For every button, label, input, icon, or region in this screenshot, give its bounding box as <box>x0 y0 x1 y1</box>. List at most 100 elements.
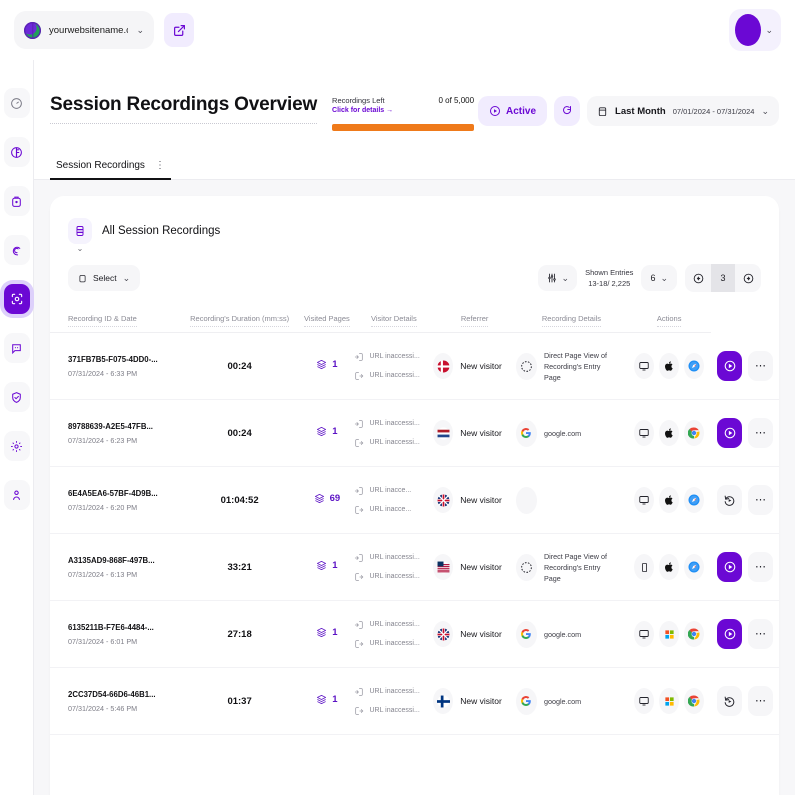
more-options-button[interactable]: ⋯ <box>748 351 773 381</box>
desktop-icon <box>638 628 650 640</box>
recording-id: 6135211B-F7E6-4484-... <box>68 623 180 632</box>
cell-recording-id[interactable]: 6E4A5EA6-57BF-4D9B...07/31/2024 - 6:20 P… <box>50 467 180 534</box>
sidebar-item-security[interactable] <box>4 382 30 412</box>
prev-page-button[interactable] <box>685 264 711 292</box>
play-recording-button[interactable] <box>717 418 742 448</box>
play-recording-button[interactable] <box>717 351 742 381</box>
visitor-group: New visitor <box>433 353 516 379</box>
cell-referrer <box>516 467 627 534</box>
select-dropdown[interactable]: Select ⌄ <box>68 265 140 291</box>
globe-icon <box>24 22 41 39</box>
kebab-menu-icon[interactable]: ⋮ <box>155 163 165 169</box>
sidebar-item-settings[interactable] <box>4 431 30 461</box>
sidebar-item-users[interactable] <box>4 480 30 510</box>
exit-url-row[interactable]: URL inacce... <box>354 505 433 515</box>
exit-url-row[interactable]: URL inaccessi... <box>354 371 433 381</box>
details-group <box>627 621 711 647</box>
more-options-button[interactable]: ⋯ <box>748 552 773 582</box>
chrome-icon <box>688 427 700 439</box>
quota-details-link[interactable]: Click for details → <box>332 107 393 114</box>
sidebar-item-dashboard[interactable] <box>4 88 30 118</box>
recording-date: 07/31/2024 - 6:01 PM <box>68 637 180 646</box>
next-page-button[interactable] <box>735 264 761 292</box>
sidebar-item-funnels[interactable] <box>4 186 30 216</box>
sidebar-item-analytics[interactable] <box>4 137 30 167</box>
sidebar-item-heatmaps[interactable] <box>4 235 30 265</box>
play-recording-button[interactable] <box>717 552 742 582</box>
table-row[interactable]: 6135211B-F7E6-4484-... 07/31/2024 - 6:01 … <box>50 601 779 668</box>
entry-url-row[interactable]: URL inaccessi... <box>354 352 433 362</box>
table-row[interactable]: 89788639-A2E5-47FB...07/31/2024 - 6:23 P… <box>50 400 779 467</box>
more-options-button[interactable]: ⋯ <box>748 619 773 649</box>
more-options-button[interactable]: ⋯ <box>748 485 773 515</box>
entry-url-row[interactable]: URL inaccessi... <box>354 553 433 563</box>
more-options-button[interactable]: ⋯ <box>748 418 773 448</box>
entry-url-row[interactable]: URL inaccessi... <box>354 620 433 630</box>
table-row[interactable]: 371FB7B5-F075-4DD0-...07/31/2024 - 6:33 … <box>50 333 779 400</box>
cell-recording-details <box>627 467 711 534</box>
exit-url-row[interactable]: URL inaccessi... <box>354 572 433 582</box>
desktop-icon <box>638 427 650 439</box>
cell-visited-pages: 1 <box>299 333 354 400</box>
quota-label: Recordings Left <box>332 96 393 105</box>
replay-recording-button[interactable] <box>717 686 742 716</box>
table-row[interactable]: 2CC37D54-66D6-46B1...07/31/2024 - 5:46 P… <box>50 668 779 735</box>
replay-recording-button[interactable] <box>717 485 742 515</box>
desktop-icon <box>638 695 650 707</box>
flag-denmark-icon <box>437 360 450 373</box>
cell-recording-details <box>627 668 711 735</box>
actions-group: ⋯ <box>711 418 779 448</box>
entry-url-row[interactable]: URL inaccessi... <box>354 419 433 429</box>
refresh-button[interactable] <box>554 96 580 126</box>
cell-visited-pages: 1 <box>299 668 354 735</box>
sidebar-item-session-recordings[interactable] <box>4 284 30 314</box>
entry-url-row[interactable]: URL inaccessi... <box>354 687 433 697</box>
exit-url-row[interactable]: URL inaccessi... <box>354 639 433 649</box>
user-menu[interactable]: ⌄ <box>729 9 781 51</box>
analytics-pie-icon <box>10 146 23 159</box>
per-page-dropdown[interactable]: 6 ⌄ <box>641 265 677 291</box>
play-recording-button[interactable] <box>717 619 742 649</box>
entry-url-row[interactable]: URL inacce... <box>354 486 433 496</box>
exit-url-row[interactable]: URL inaccessi... <box>354 706 433 716</box>
chevron-down-icon: ⌄ <box>562 273 570 284</box>
entry-url-icon <box>354 419 364 429</box>
col-actions: Actions <box>627 306 711 333</box>
cell-recording-id[interactable]: 6135211B-F7E6-4484-... 07/31/2024 - 6:01 … <box>50 601 180 668</box>
more-options-icon: ⋯ <box>755 565 767 569</box>
quota-count: 0 of 5,000 <box>438 96 474 105</box>
more-options-button[interactable]: ⋯ <box>748 686 773 716</box>
cell-recording-id[interactable]: A3135AD9-868F-497B...07/31/2024 - 6:13 P… <box>50 534 180 601</box>
filter-button[interactable]: ⌄ <box>538 265 578 291</box>
open-external-button[interactable] <box>164 13 194 47</box>
tab-session-recordings[interactable]: Session Recordings ⋮ <box>50 160 171 179</box>
browser-chip <box>684 353 704 379</box>
date-range-picker[interactable]: Last Month 07/01/2024 - 07/31/2024 ⌄ <box>587 96 779 126</box>
exit-url-row[interactable]: URL inaccessi... <box>354 438 433 448</box>
recording-date: 07/31/2024 - 6:13 PM <box>68 570 180 579</box>
current-page-number[interactable]: 3 <box>711 264 735 292</box>
browser-chip <box>684 621 704 647</box>
cell-visited-pages: 1 <box>299 400 354 467</box>
cell-recording-id[interactable]: 371FB7B5-F075-4DD0-...07/31/2024 - 6:33 … <box>50 333 180 400</box>
pages-count: 1 <box>332 694 337 705</box>
sidebar-item-feedback[interactable] <box>4 333 30 363</box>
play-icon <box>723 359 737 373</box>
recordings-card: ⌄ All Session Recordings Select ⌄ <box>50 196 779 795</box>
recording-date: 07/31/2024 - 6:20 PM <box>68 503 180 512</box>
table-row[interactable]: A3135AD9-868F-497B...07/31/2024 - 6:13 P… <box>50 534 779 601</box>
exit-url-text: URL inaccessi... <box>369 372 419 379</box>
table-row[interactable]: 6E4A5EA6-57BF-4D9B...07/31/2024 - 6:20 P… <box>50 467 779 534</box>
cell-duration: 00:24 <box>180 400 299 467</box>
col-visited-pages: Visited Pages <box>299 306 354 333</box>
site-selector[interactable]: yourwebsitename.com ⌄ <box>14 11 154 49</box>
chevron-down-icon[interactable]: ⌄ <box>77 244 84 253</box>
shield-check-icon <box>10 391 23 404</box>
active-status-button[interactable]: Active <box>478 96 547 126</box>
referrer-icon-chip <box>516 554 537 581</box>
exit-url-icon <box>354 639 364 649</box>
cell-recording-id[interactable]: 2CC37D54-66D6-46B1...07/31/2024 - 5:46 P… <box>50 668 180 735</box>
safari-icon <box>688 561 700 573</box>
cell-recording-id[interactable]: 89788639-A2E5-47FB...07/31/2024 - 6:23 P… <box>50 400 180 467</box>
calendar-icon <box>597 106 608 117</box>
